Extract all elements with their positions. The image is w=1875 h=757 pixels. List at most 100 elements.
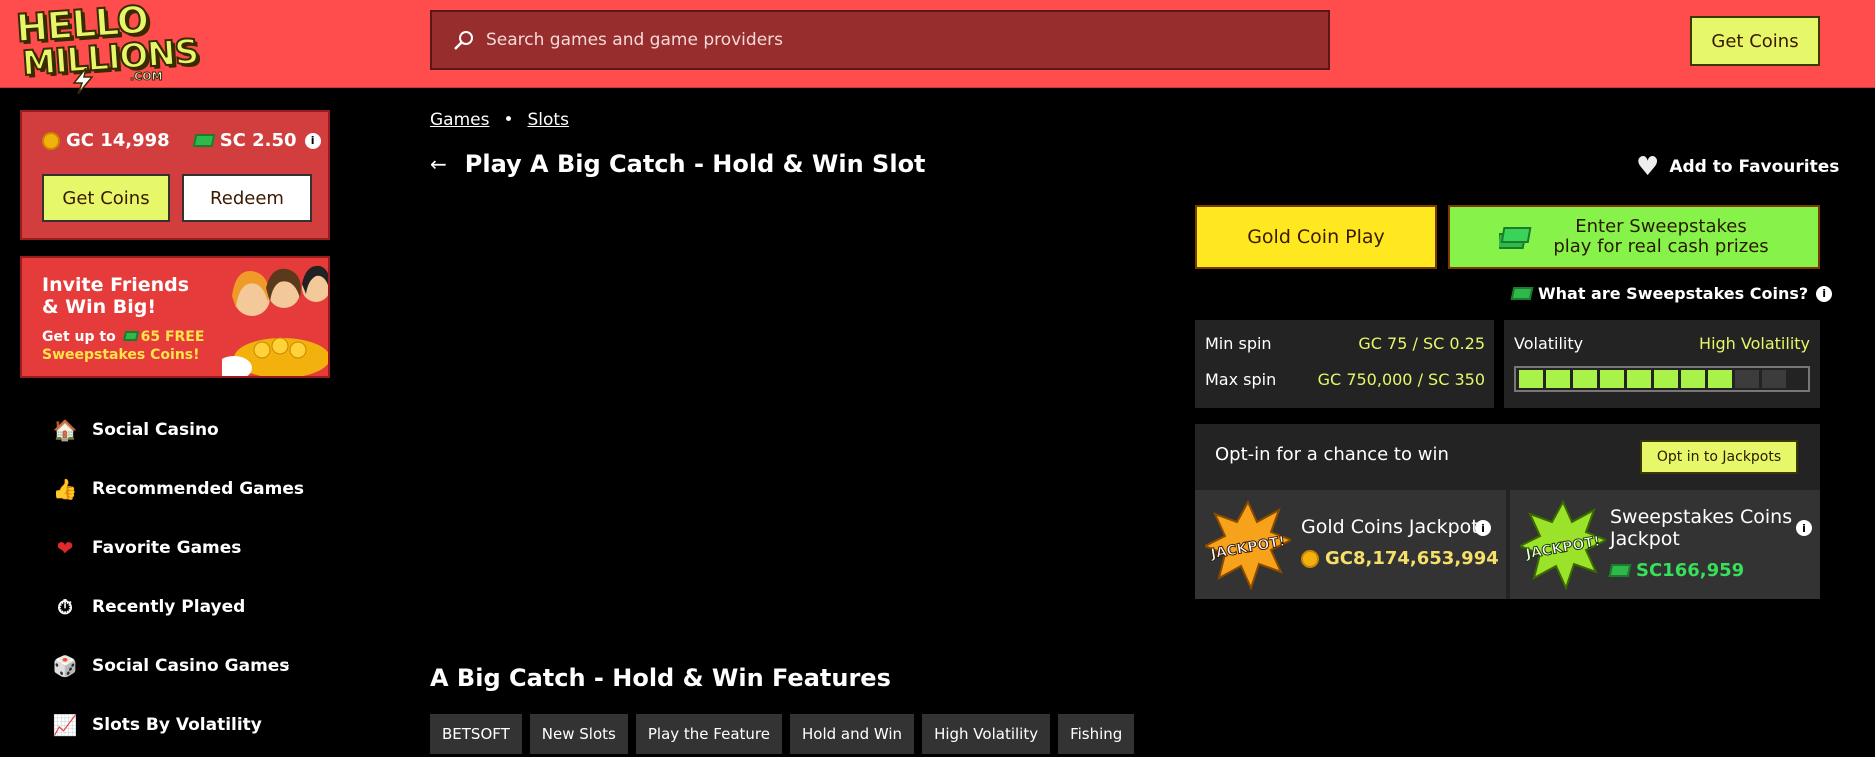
feature-tag[interactable]: High Volatility: [922, 714, 1051, 754]
search-bar[interactable]: Search games and game providers: [430, 10, 1330, 70]
sweeps-cash-icon: [192, 134, 216, 147]
promo-illustration: [222, 265, 328, 376]
promo-subtitle: Get up to 65 FREE Sweepstakes Coins!: [42, 328, 232, 364]
breadcrumb-slots-link[interactable]: Slots: [528, 110, 569, 130]
get-coins-button[interactable]: Get Coins: [42, 174, 170, 222]
sidebar-item-label: Social Casino Games: [92, 656, 290, 676]
sweeps-cash-icon: [1510, 287, 1534, 300]
redeem-button[interactable]: Redeem: [182, 174, 312, 222]
sweep-jackpot-value: SC166,959: [1636, 560, 1745, 581]
sc-balance: SC 2.50: [219, 130, 297, 151]
breadcrumb-games-link[interactable]: Games: [430, 110, 489, 130]
header-get-coins-button[interactable]: Get Coins: [1690, 16, 1820, 66]
sidebar-item-label: Social Casino: [92, 420, 219, 440]
promo-title: Invite Friends & Win Big!: [42, 274, 190, 318]
sidebar-item-social-casino-games[interactable]: 🎲 Social Casino Games ⌄: [52, 646, 312, 686]
heart-icon: ♥: [1636, 152, 1660, 182]
sidebar-item-slots-by-volatility[interactable]: 📈 Slots By Volatility: [52, 705, 312, 745]
sidebar-item-label: Slots By Volatility: [92, 715, 262, 735]
what-are-sweepstakes-link[interactable]: What are Sweepstakes Coins? i: [1510, 284, 1833, 303]
feature-tags: BETSOFT New Slots Play the Feature Hold and…: [430, 714, 1135, 754]
sidebar-item-social-casino[interactable]: 🏠 Social Casino: [52, 410, 312, 450]
back-arrow-icon[interactable]: ←: [430, 152, 447, 176]
gold-coin-icon: [42, 131, 60, 150]
house-icon: 🏠: [52, 418, 78, 442]
feature-tag[interactable]: New Slots: [529, 714, 628, 754]
breadcrumb-separator: •: [503, 110, 514, 130]
jackpot-burst-icon: JACKPOT!: [1520, 500, 1606, 590]
sweep-jackpot-name-line2: Jackpot: [1610, 528, 1680, 550]
feature-tag[interactable]: BETSOFT: [430, 714, 522, 754]
info-icon[interactable]: i: [304, 132, 321, 149]
volatility-value: High Volatility: [1699, 334, 1810, 353]
gold-coin-play-button[interactable]: Gold Coin Play: [1195, 205, 1437, 269]
search-input[interactable]: Search games and game providers: [486, 30, 783, 50]
jackpot-burst-icon: JACKPOT!: [1205, 500, 1291, 590]
min-spin-row: Min spin GC 75 / SC 0.25: [1205, 334, 1485, 353]
max-spin-row: Max spin GC 750,000 / SC 350: [1205, 370, 1485, 389]
opt-in-jackpots-button[interactable]: Opt in to Jackpots: [1640, 440, 1798, 474]
min-spin-label: Min spin: [1205, 334, 1272, 353]
sidebar-item-recently-played[interactable]: ⏱ Recently Played: [52, 587, 312, 627]
volatility-segment: [1708, 370, 1732, 388]
sweeps-cash-icon: [1499, 227, 1532, 249]
info-icon[interactable]: i: [1475, 520, 1491, 536]
gold-jackpot-value: GC8,174,653,994: [1325, 548, 1499, 569]
invite-friends-banner[interactable]: Invite Friends & Win Big! Get up to 65 F…: [20, 256, 330, 378]
breadcrumb: Games • Slots: [430, 110, 569, 130]
volatility-meter: [1514, 366, 1810, 392]
sweep-jackpot-name-line1: Sweepstakes Coins: [1610, 506, 1793, 528]
volatility-panel: Volatility High Volatility: [1504, 320, 1820, 408]
info-icon[interactable]: i: [1796, 520, 1812, 536]
gold-jackpot-amount: GC8,174,653,994: [1301, 548, 1499, 569]
feature-tag[interactable]: Fishing: [1058, 714, 1135, 754]
gold-jackpot-name: Gold Coins Jackpot: [1301, 516, 1479, 538]
feature-tag[interactable]: Hold and Win: [789, 714, 915, 754]
feature-tag[interactable]: Play the Feature: [635, 714, 782, 754]
what-are-sweepstakes-label: What are Sweepstakes Coins?: [1538, 284, 1809, 303]
sidebar-item-favorite-games[interactable]: ❤ Favorite Games: [52, 528, 312, 568]
volatility-segment: [1654, 370, 1678, 388]
sweep-jackpot-name: Sweepstakes Coins Jackpot: [1610, 506, 1792, 550]
info-icon[interactable]: i: [1816, 285, 1833, 302]
volatility-segment: [1627, 370, 1651, 388]
promo-sub-prefix: Get up to: [42, 329, 116, 345]
volatility-segment: [1735, 370, 1759, 388]
volatility-segment: [1519, 370, 1543, 388]
features-heading: A Big Catch - Hold & Win Features: [430, 664, 891, 692]
gold-coins-jackpot-card: JACKPOT! Gold Coins Jackpot i GC8,174,65…: [1195, 490, 1506, 599]
thumbs-up-icon: 👍: [52, 477, 78, 501]
jackpots-panel: Opt-in for a chance to win Opt in to Jac…: [1195, 424, 1820, 599]
sidebar-item-label: Recommended Games: [92, 479, 305, 499]
gc-balance: GC 14,998: [66, 130, 170, 151]
top-header: HELLO MILLIONS .COM Search games and gam…: [0, 0, 1875, 94]
add-to-favourites-button[interactable]: ♥ Add to Favourites: [1636, 152, 1839, 182]
min-spin-value: GC 75 / SC 0.25: [1358, 334, 1485, 353]
balance-card: GC 14,998 SC 2.50 i Get Coins Redeem: [20, 110, 330, 240]
search-icon: [454, 31, 473, 50]
volatility-row: Volatility High Volatility: [1514, 334, 1810, 353]
heart-icon: ❤: [56, 536, 74, 560]
sweep-button-line2: play for real cash prizes: [1553, 236, 1769, 257]
volatility-segment: [1762, 370, 1786, 388]
volatility-segment: [1573, 370, 1597, 388]
volatility-label: Volatility: [1514, 334, 1584, 353]
sidebar-item-recommended-games[interactable]: 👍 Recommended Games: [52, 469, 312, 509]
hello-millions-logo[interactable]: HELLO MILLIONS .COM: [14, 0, 200, 94]
chart-icon: 📈: [52, 713, 78, 737]
favourites-label: Add to Favourites: [1669, 157, 1840, 177]
sweep-jackpot-amount: SC166,959: [1608, 560, 1745, 581]
max-spin-value: GC 750,000 / SC 350: [1317, 370, 1485, 389]
page-title-row: ← Play A Big Catch - Hold & Win Slot: [430, 150, 926, 178]
chevron-down-icon[interactable]: ⌄: [280, 656, 292, 672]
volatility-segment: [1546, 370, 1570, 388]
page-title: Play A Big Catch - Hold & Win Slot: [464, 150, 926, 178]
enter-sweepstakes-button[interactable]: Enter Sweepstakes play for real cash pri…: [1448, 205, 1820, 269]
sweep-button-text: Enter Sweepstakes play for real cash pri…: [1553, 217, 1768, 257]
sweeps-cash-icon: [122, 331, 139, 341]
promo-sub-highlight: 65 FREE: [140, 329, 205, 345]
volatility-segment: [1600, 370, 1624, 388]
logo-text-com: .COM: [130, 70, 164, 84]
dice-icon: 🎲: [52, 654, 78, 678]
sweeps-cash-icon: [1608, 564, 1632, 577]
